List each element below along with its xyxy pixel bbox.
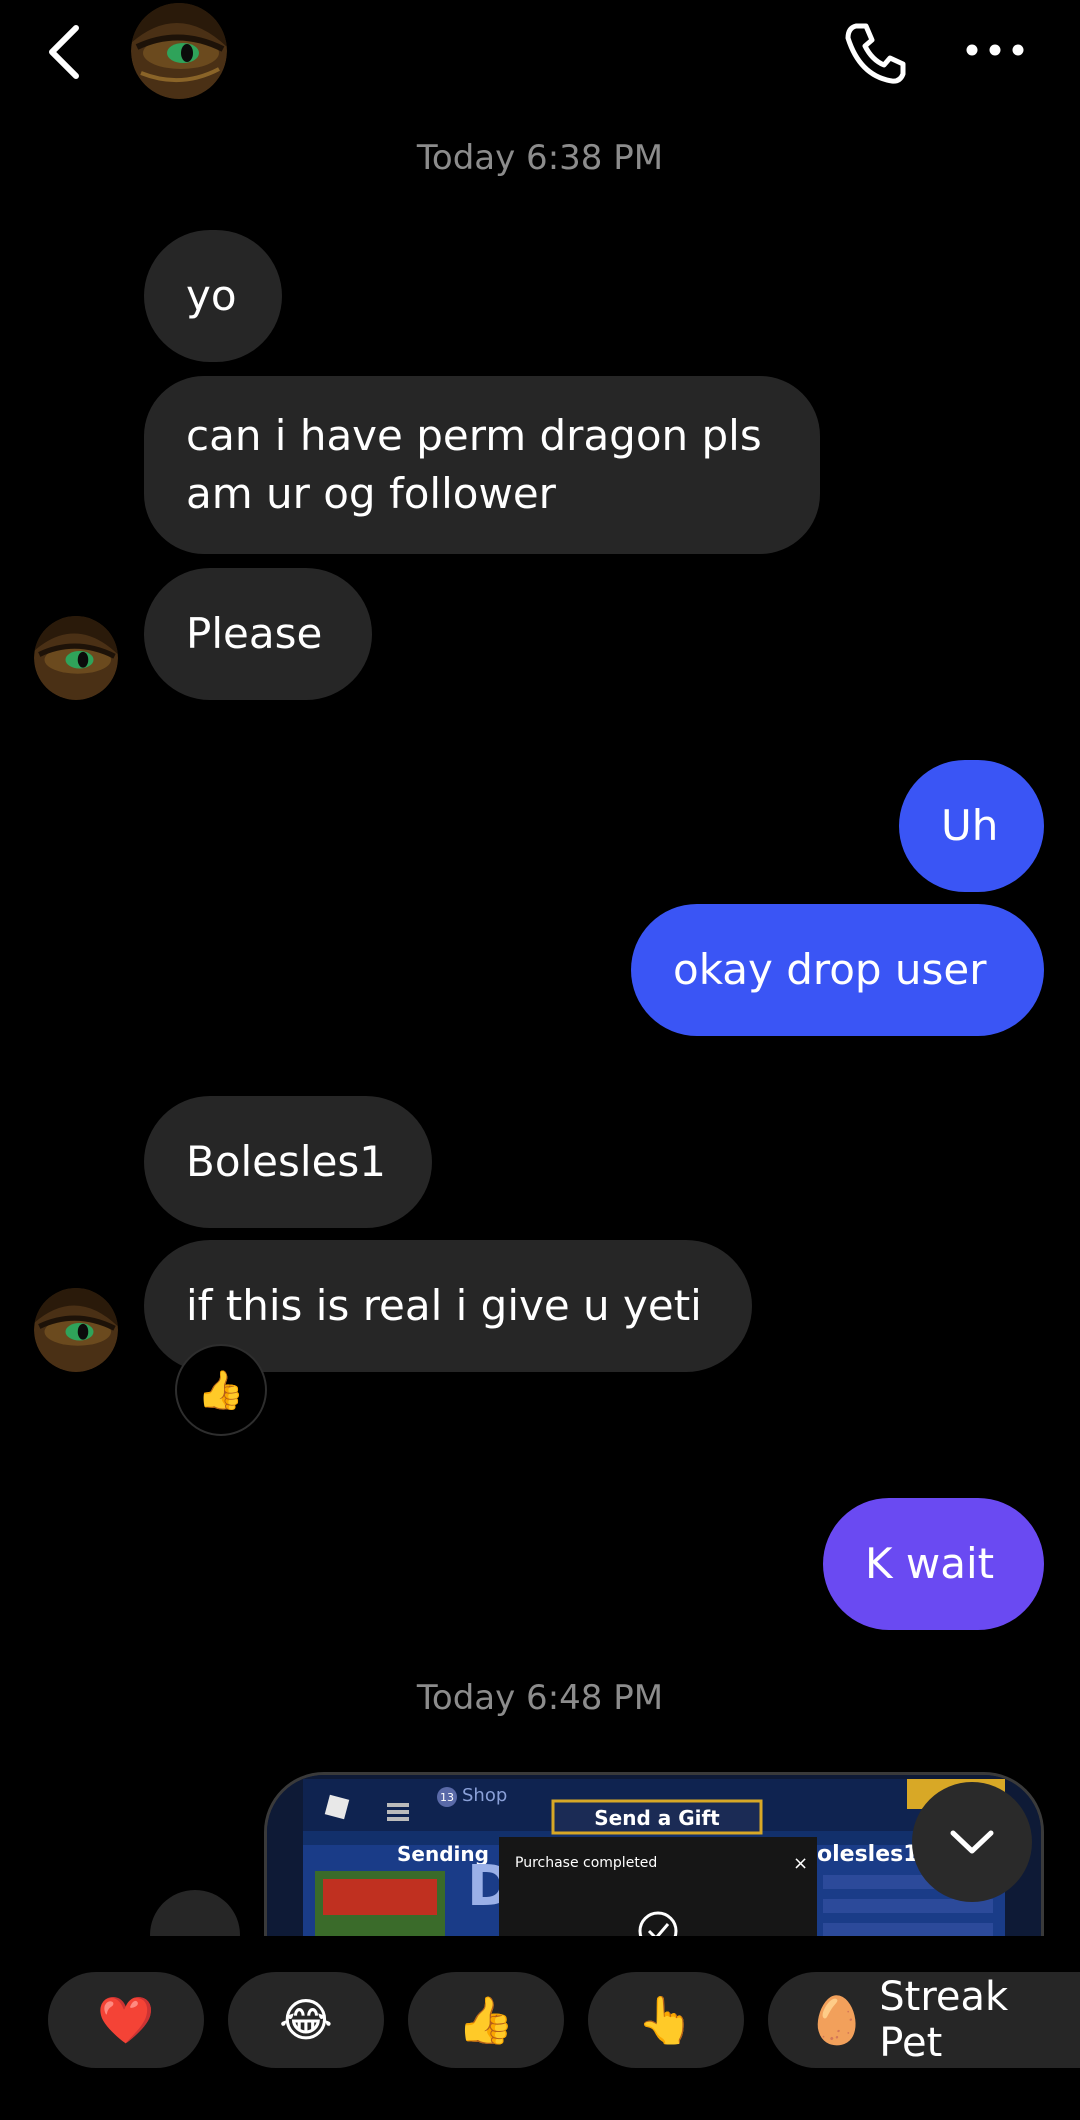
svg-text:Purchase completed: Purchase completed: [515, 1855, 657, 1871]
message-text: Please: [186, 609, 323, 658]
thumbs-up-icon: 👍: [197, 1367, 245, 1412]
heart-icon: ❤️: [97, 1992, 155, 2047]
more-horizontal-icon: [966, 44, 1024, 56]
message-bubble-outgoing[interactable]: Uh: [899, 760, 1044, 892]
message-text: yo: [186, 271, 237, 320]
chevron-left-icon: [49, 25, 79, 79]
quick-reply-laugh[interactable]: 😂: [228, 1972, 384, 2068]
chevron-down-icon: [950, 1830, 994, 1854]
message-text: can i have perm dragon pls am ur og foll…: [186, 411, 762, 518]
eye-avatar-image: [34, 616, 118, 700]
pointing-up-icon: 👆: [637, 1992, 695, 2047]
scroll-to-bottom-button[interactable]: [912, 1782, 1032, 1902]
message-reaction[interactable]: 👍: [175, 1344, 267, 1436]
message-bubble-incoming[interactable]: Bolesles1: [144, 1096, 432, 1228]
svg-text:×: ×: [793, 1853, 808, 1874]
eye-avatar-image: [34, 1288, 118, 1372]
message-text: if this is real i give u yeti: [186, 1281, 702, 1330]
svg-text:13: 13: [440, 1791, 454, 1804]
message-text: okay drop user: [673, 945, 987, 994]
egg-icon: 🥚: [808, 1992, 866, 2047]
eye-avatar-image: [131, 3, 227, 99]
quick-reply-streak-pet[interactable]: 🥚 Streak Pet: [768, 1972, 1080, 2068]
message-bubble-incoming[interactable]: yo: [144, 230, 282, 362]
back-button[interactable]: [40, 22, 90, 82]
quick-reply-bar: ❤️ 😂 👍 👆 🥚 Streak Pet: [0, 1936, 1080, 2120]
streak-pet-label: Streak Pet: [879, 1974, 1009, 2066]
phone-icon: [845, 23, 906, 84]
message-bubble-outgoing[interactable]: K wait: [823, 1498, 1044, 1630]
quick-reply-heart[interactable]: ❤️: [48, 1972, 204, 2068]
timestamp: Today 6:38 PM: [416, 138, 664, 178]
message-bubble-incoming[interactable]: Please: [144, 568, 372, 700]
sender-avatar[interactable]: [34, 1288, 118, 1372]
more-options-button[interactable]: [960, 30, 1030, 70]
message-text: Uh: [941, 801, 999, 850]
quick-reply-point-up[interactable]: 👆: [588, 1972, 744, 2068]
call-button[interactable]: [840, 18, 910, 88]
svg-text:Send a Gift: Send a Gift: [594, 1806, 720, 1830]
message-text: K wait: [865, 1539, 995, 1588]
message-bubble-incoming[interactable]: can i have perm dragon pls am ur og foll…: [144, 376, 820, 554]
laughing-face-icon: 😂: [279, 1993, 333, 2047]
sender-avatar[interactable]: [34, 616, 118, 700]
message-text: Bolesles1: [186, 1137, 387, 1186]
quick-reply-thumbs-up[interactable]: 👍: [408, 1972, 564, 2068]
svg-text:Shop: Shop: [462, 1785, 507, 1806]
message-bubble-outgoing[interactable]: okay drop user: [631, 904, 1044, 1036]
timestamp: Today 6:48 PM: [416, 1678, 664, 1718]
thumbs-up-icon: 👍: [457, 1992, 515, 2047]
contact-avatar[interactable]: [131, 3, 227, 99]
